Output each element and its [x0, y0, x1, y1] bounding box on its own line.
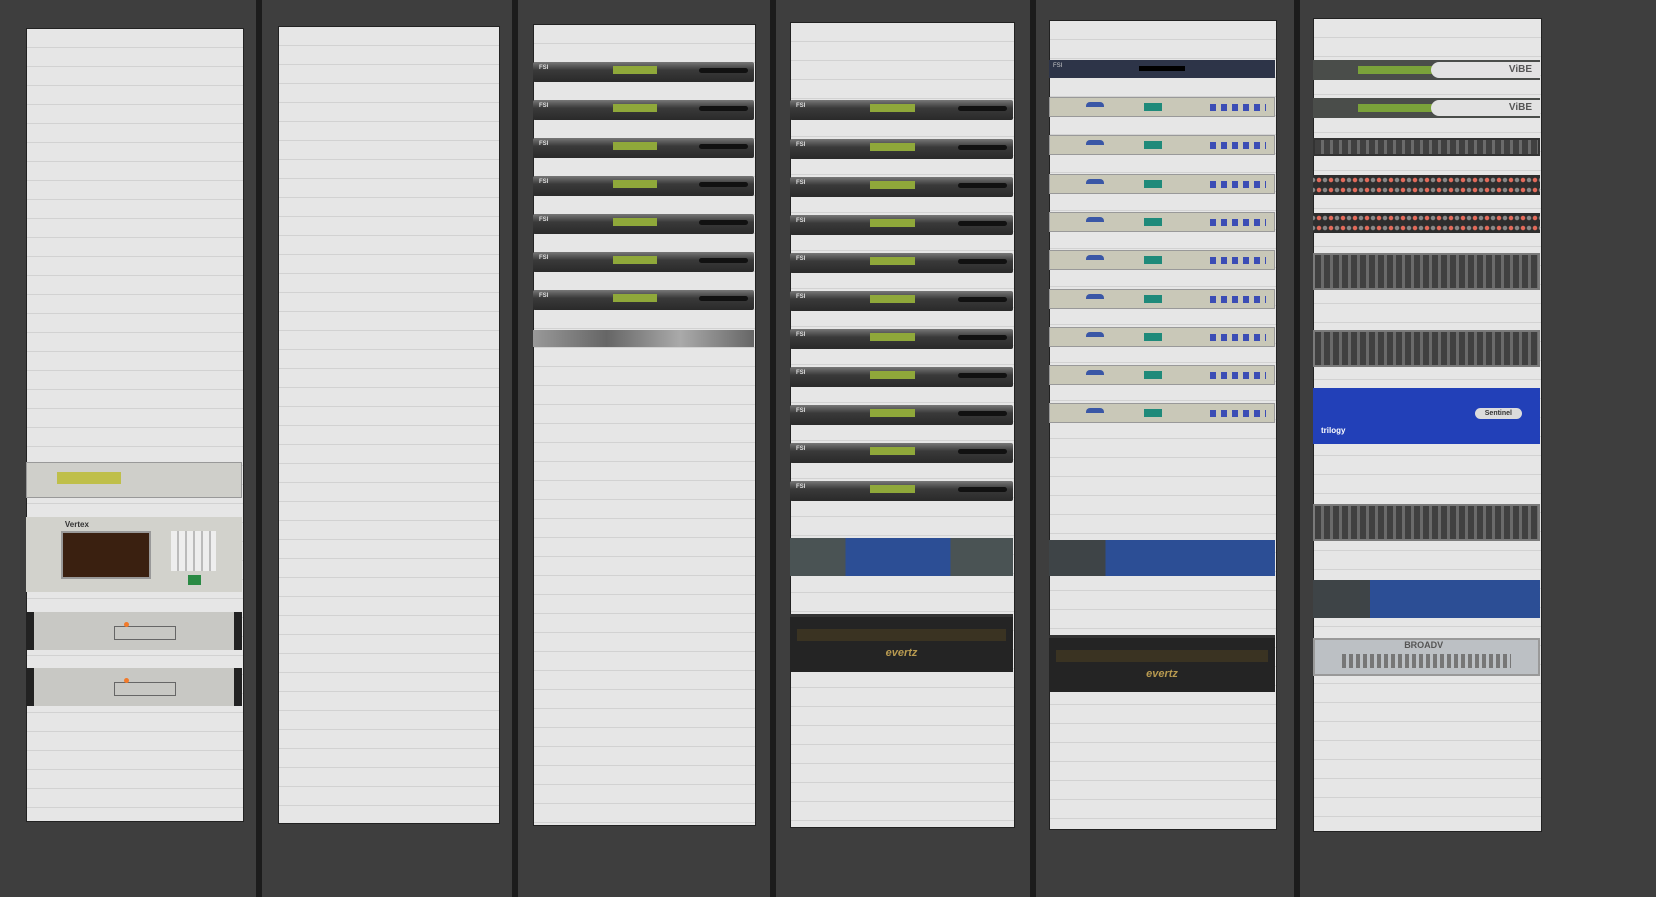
fsi-label: FSI [796, 484, 806, 490]
blue-server [1313, 580, 1540, 618]
cream-unit [1049, 403, 1275, 423]
evertz-frame: evertz [790, 614, 1013, 672]
evertz-label: evertz [885, 647, 918, 659]
rack-divider [1294, 0, 1300, 897]
fsi-receiver: FSI [790, 367, 1013, 387]
fsi-label: FSI [796, 294, 806, 300]
fsi-label: FSI [796, 370, 806, 376]
cream-unit [1049, 174, 1275, 194]
broadv-label: BROADV [1404, 640, 1444, 650]
fsi-receiver: FSI [790, 329, 1013, 349]
blank-panel [533, 330, 754, 347]
fsi-label: FSI [796, 180, 806, 186]
rack-divider [770, 0, 776, 897]
fsi-label: FSI [539, 141, 549, 147]
evertz-frame: evertz [1049, 635, 1275, 692]
cream-unit [1049, 97, 1275, 117]
rack-divider [1030, 0, 1036, 897]
fsi-label: FSI [539, 103, 549, 109]
fsi-label: FSI [539, 255, 549, 261]
fsi-receiver: FSI [790, 139, 1013, 159]
evertz-label: evertz [1146, 668, 1178, 680]
trilogy-label: trilogy [1321, 426, 1346, 435]
cream-unit [1049, 289, 1275, 309]
fsi-receiver: FSI [533, 252, 754, 272]
vibe-encoder: ViBE [1313, 98, 1540, 118]
rack-2 [278, 26, 500, 824]
vibe-encoder: ViBE [1313, 60, 1540, 80]
patch-panel [1313, 213, 1540, 233]
fsi-receiver: FSI [533, 100, 754, 120]
fsi-receiver: FSI [533, 62, 754, 82]
vertex-label: Vertex [64, 520, 89, 529]
fsi-label: FSI [796, 103, 806, 109]
fsi-receiver: FSI [790, 253, 1013, 273]
patch-panel [1313, 175, 1540, 195]
fsi-receiver: FSI [533, 290, 754, 310]
fsi-label: FSI [796, 142, 806, 148]
grille-unit [1313, 253, 1540, 290]
fsi-receiver: FSI [790, 177, 1013, 197]
fsi-receiver: FSI [790, 291, 1013, 311]
controller-unit [26, 462, 242, 498]
broadcast-unit: BROADV [1313, 638, 1540, 676]
vibe-label: ViBE [1508, 64, 1532, 75]
rack-divider [512, 0, 518, 897]
fsi-encoder: FSI [1049, 60, 1275, 78]
fsi-receiver: FSI [533, 214, 754, 234]
trilogy-unit: trilogy Sentinel [1313, 388, 1540, 444]
cream-unit [1049, 135, 1275, 155]
rack-divider [256, 0, 262, 897]
vertex-unit: Vertex [26, 517, 242, 592]
switch-unit [26, 612, 242, 650]
grille-unit [1313, 504, 1540, 541]
fsi-label: FSI [796, 332, 806, 338]
fsi-label: FSI [796, 218, 806, 224]
fsi-label: FSI [539, 293, 549, 299]
fsi-label: FSI [796, 408, 806, 414]
fsi-receiver: FSI [790, 215, 1013, 235]
fsi-receiver: FSI [533, 138, 754, 158]
fsi-receiver: FSI [533, 176, 754, 196]
fsi-label: FSI [1053, 63, 1063, 69]
fsi-label: FSI [796, 446, 806, 452]
blue-server [1049, 540, 1275, 576]
fsi-label: FSI [796, 256, 806, 262]
switch-unit [26, 668, 242, 706]
cream-unit [1049, 250, 1275, 270]
sentinel-label: Sentinel [1474, 408, 1522, 419]
cream-unit [1049, 212, 1275, 232]
fsi-receiver: FSI [790, 443, 1013, 463]
grille-unit [1313, 330, 1540, 367]
fsi-receiver: FSI [790, 100, 1013, 120]
fsi-receiver: FSI [790, 405, 1013, 425]
fsi-label: FSI [539, 65, 549, 71]
fsi-receiver: FSI [790, 481, 1013, 501]
fsi-label: FSI [539, 217, 549, 223]
cream-unit [1049, 327, 1275, 347]
fsi-label: FSI [539, 179, 549, 185]
vibe-label: ViBE [1508, 102, 1532, 113]
dark-panel [1313, 138, 1540, 156]
blue-server [790, 538, 1013, 576]
cream-unit [1049, 365, 1275, 385]
